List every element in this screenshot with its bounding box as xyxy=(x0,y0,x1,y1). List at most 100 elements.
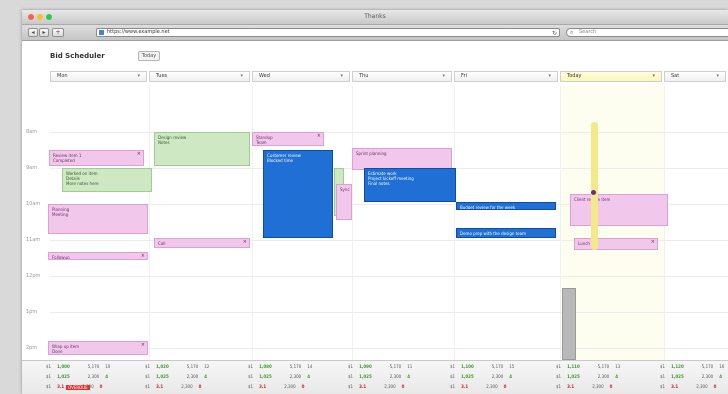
summary-value: 4 xyxy=(307,374,310,379)
summary-value: 2,300 xyxy=(87,374,100,379)
calendar-event[interactable]: Standup Team × xyxy=(252,132,324,146)
event-text: Standup Team xyxy=(256,135,273,145)
summary-row: $1 1,080 5,170 14 xyxy=(248,364,318,369)
summary-row: $1 1,020 5,170 12 xyxy=(145,364,215,369)
summary-value: $1 xyxy=(248,384,254,389)
summary-value: $1 xyxy=(450,364,456,369)
summary-value: 13 xyxy=(615,364,621,369)
summary-value: $1 xyxy=(450,374,456,379)
day-summary: $11,0005,17010$11,0252,3004$13.12,3000 xyxy=(46,361,145,394)
summary-value: $1 xyxy=(660,384,666,389)
calendar-event[interactable]: Worked on item Details More notes here xyxy=(62,168,152,192)
calendar-event[interactable]: Client review item xyxy=(570,194,668,226)
summary-value: 3.1 xyxy=(461,384,469,389)
close-icon[interactable]: × xyxy=(141,343,145,348)
today-button[interactable]: Today xyxy=(138,51,160,61)
summary-value: $1 xyxy=(660,374,666,379)
summary-value: 2,300 xyxy=(289,374,302,379)
column-header-mon[interactable]: Mon ▾ xyxy=(50,71,147,82)
calendar-event[interactable]: Lunch × xyxy=(574,238,658,250)
calendar-event[interactable]: Planning Meeting xyxy=(48,204,148,234)
event-text: Sprint planning xyxy=(356,151,387,156)
address-bar-text: https://www.example.net xyxy=(107,29,170,35)
summary-value: 10 xyxy=(105,364,111,369)
chevron-down-icon: ▾ xyxy=(340,73,343,79)
event-text: Worked on item Details More notes here xyxy=(66,171,99,186)
column-header-label: Today xyxy=(567,73,582,79)
reload-icon[interactable]: ↻ xyxy=(552,30,557,37)
calendar-event[interactable]: Estimate work Project kickoff meeting Fi… xyxy=(364,168,456,202)
close-icon[interactable]: × xyxy=(137,152,141,157)
calendar-event[interactable]: Demo prep with the design team xyxy=(456,228,556,238)
summary-value: 4 xyxy=(615,374,618,379)
summary-value: 0 xyxy=(99,384,103,389)
summary-row: $1 1,000 5,170 10 xyxy=(46,364,116,369)
search-field[interactable]: ⌕ Search xyxy=(566,28,728,37)
calendar-event[interactable] xyxy=(562,288,576,360)
column-header-today[interactable]: Today ▾ xyxy=(560,71,662,82)
calendar-event[interactable]: Sync xyxy=(336,184,352,220)
add-bookmark-button[interactable]: + xyxy=(52,28,64,37)
time-label: 12pm xyxy=(26,273,41,279)
time-label: 9am xyxy=(26,165,38,171)
summary-value: 4 xyxy=(105,374,108,379)
summary-value: 2,300 xyxy=(597,374,610,379)
summary-value: $1 xyxy=(660,364,666,369)
column-header-label: Mon xyxy=(57,73,68,79)
column-header-tues[interactable]: Tues ▾ xyxy=(149,71,250,82)
summary-value: 5,170 xyxy=(701,364,714,369)
day-summary: $1 1,090 5,170 11 $1 1,025 2,300 4 $1 3.1 2,300 0 xyxy=(348,361,450,394)
close-icon[interactable]: × xyxy=(317,134,321,139)
summary-value: 0 xyxy=(401,384,405,389)
column-header-wed[interactable]: Wed ▾ xyxy=(252,71,350,82)
summary-value: 1,025 xyxy=(359,374,372,379)
address-bar[interactable]: https://www.example.net xyxy=(96,28,560,37)
calendar-event[interactable]: Sprint planning xyxy=(352,148,452,170)
summary-row: $1 3.1 2,300 0 xyxy=(348,384,410,389)
back-button[interactable]: ◂ xyxy=(28,28,38,37)
summary-value: 5,170 xyxy=(87,364,100,369)
summary-value: $1 xyxy=(145,364,151,369)
column-header-sat[interactable]: Sat ▾ xyxy=(664,71,726,82)
column-header-label: Thu xyxy=(359,73,369,79)
summary-value: 1,080 xyxy=(259,364,272,369)
summary-value: 0 xyxy=(198,384,202,389)
calendar-event[interactable]: Followup × xyxy=(48,252,148,260)
summary-value: 2,300 xyxy=(186,374,199,379)
summary-value: 1,025 xyxy=(57,374,70,379)
calendar-event[interactable]: Wrap up item Done × xyxy=(48,341,148,355)
search-placeholder: Search xyxy=(579,29,597,35)
forward-button[interactable]: ▸ xyxy=(39,28,49,37)
calendar-event[interactable]: Call × xyxy=(154,238,250,248)
close-icon[interactable]: × xyxy=(141,254,145,259)
day-summary: $1 1,100 5,170 15 $1 1,025 2,300 4 $1 3.1 2,300 0 xyxy=(450,361,556,394)
event-text: Call xyxy=(158,241,166,246)
summary-value: $1 xyxy=(248,364,254,369)
event-text: Lunch xyxy=(578,241,590,246)
calendar-event[interactable]: Design review Notes xyxy=(154,132,250,166)
chevron-down-icon: ▾ xyxy=(652,73,655,79)
calendar-event[interactable]: Budget review for the week xyxy=(456,202,556,210)
window-title: Thanks xyxy=(364,13,386,20)
summary-value: 4 xyxy=(719,374,722,379)
column-header-fri[interactable]: Fri ▾ xyxy=(454,71,558,82)
column-header-thu[interactable]: Thu ▾ xyxy=(352,71,452,82)
event-text: Review item 1 Completed xyxy=(53,153,82,163)
summary-row: $1 1,025 2,300 4 xyxy=(248,374,316,379)
close-icon[interactable]: × xyxy=(243,240,247,245)
day-divider xyxy=(252,86,253,360)
summary-value: 5,170 xyxy=(186,364,199,369)
event-text: Estimate work Project kickoff meeting Fi… xyxy=(368,171,414,186)
event-text: Budget review for the week xyxy=(460,205,516,210)
calendar-event[interactable]: Customer review Blocked time xyxy=(263,150,333,238)
summary-value: 11 xyxy=(407,364,413,369)
calendar-event[interactable]: Review item 1 Completed × xyxy=(49,150,144,166)
close-icon[interactable]: × xyxy=(651,240,655,245)
summary-value: $1 xyxy=(450,384,456,389)
summary-row: $1 1,025 2,300 4 xyxy=(556,374,624,379)
summary-value: 1,025 xyxy=(671,374,684,379)
day-divider xyxy=(560,86,561,360)
event-text: Wrap up item Done xyxy=(52,344,80,354)
summary-value: 1,110 xyxy=(567,364,580,369)
summary-value: 2,300 xyxy=(384,384,396,389)
